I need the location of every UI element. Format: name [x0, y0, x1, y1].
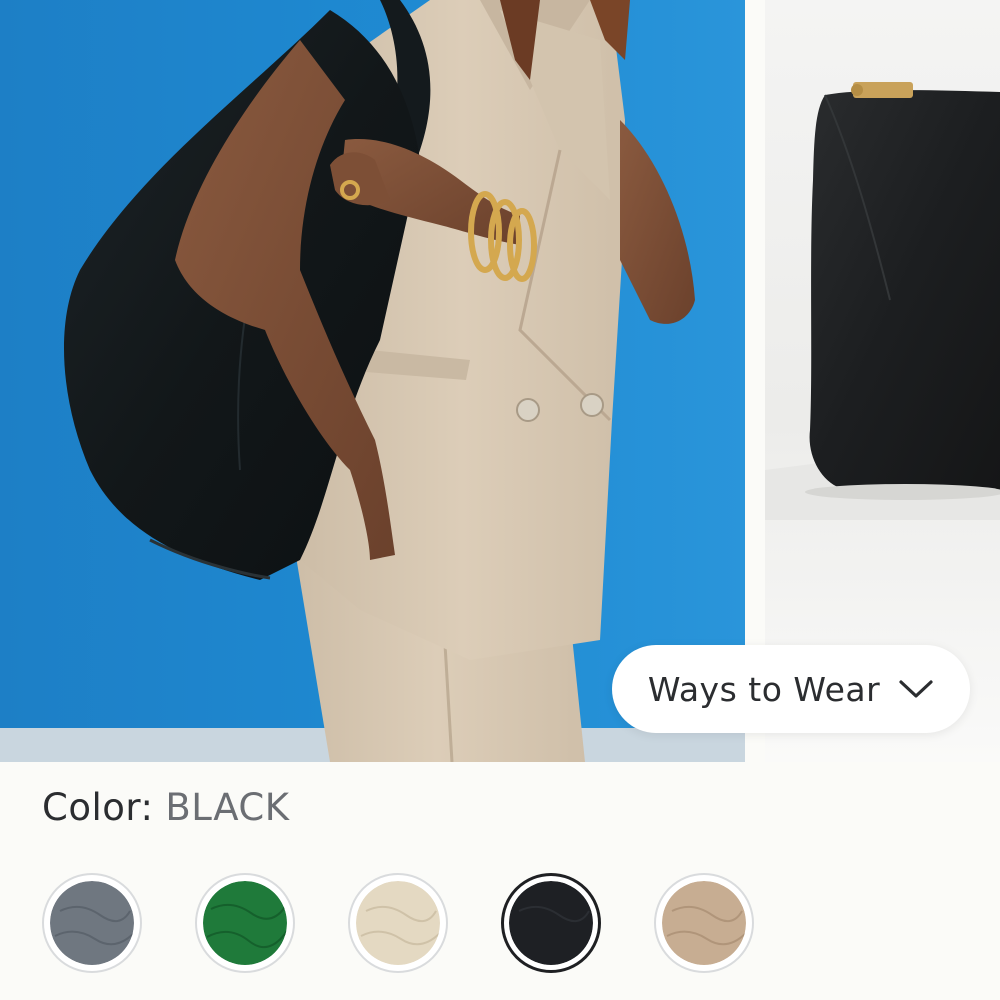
main-product-image[interactable] — [0, 0, 745, 762]
swatch-black[interactable] — [501, 873, 601, 973]
swatch-cream-fill — [356, 881, 440, 965]
swatch-taupe-fill — [662, 881, 746, 965]
swatch-green[interactable] — [195, 873, 295, 973]
swatch-black-fill — [509, 881, 593, 965]
color-swatches — [42, 873, 762, 977]
model-photo — [0, 0, 745, 762]
swatch-cream[interactable] — [348, 873, 448, 973]
color-selection-label: Color: BLACK — [42, 786, 290, 829]
swatch-green-fill — [203, 881, 287, 965]
ways-to-wear-label: Ways to Wear — [647, 669, 881, 709]
selected-color-name: BLACK — [165, 786, 290, 829]
color-label: Color: — [42, 786, 154, 829]
swatch-slate-grey[interactable] — [42, 873, 142, 973]
ways-to-wear-button[interactable]: Ways to Wear — [612, 645, 970, 733]
swatch-slate-grey-fill — [50, 881, 134, 965]
product-image-gallery[interactable]: Ways to Wear — [0, 0, 1000, 762]
chevron-down-icon — [899, 680, 933, 698]
swatch-taupe[interactable] — [654, 873, 754, 973]
